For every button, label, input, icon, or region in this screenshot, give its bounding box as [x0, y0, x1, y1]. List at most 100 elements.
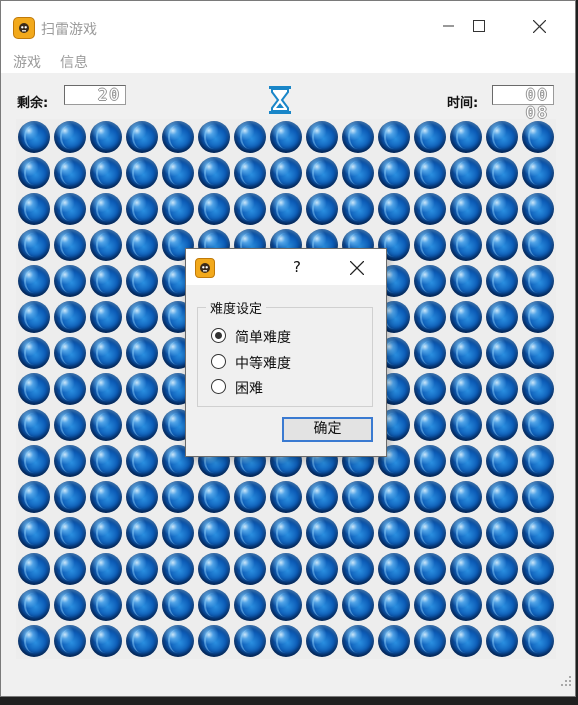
title-bar[interactable]: 扫雷游戏 — [1, 1, 575, 46]
mine-cell[interactable] — [484, 119, 520, 155]
mine-cell[interactable] — [124, 155, 160, 191]
mine-cell[interactable] — [88, 371, 124, 407]
mine-cell[interactable] — [520, 407, 556, 443]
menu-game[interactable]: 游戏 — [13, 52, 41, 72]
mine-cell[interactable] — [448, 587, 484, 623]
mine-cell[interactable] — [52, 335, 88, 371]
mine-cell[interactable] — [124, 299, 160, 335]
mine-cell[interactable] — [268, 623, 304, 659]
mine-cell[interactable] — [520, 299, 556, 335]
mine-cell[interactable] — [412, 371, 448, 407]
mine-cell[interactable] — [196, 479, 232, 515]
mine-cell[interactable] — [520, 479, 556, 515]
mine-cell[interactable] — [520, 335, 556, 371]
mine-cell[interactable] — [448, 191, 484, 227]
mine-cell[interactable] — [484, 587, 520, 623]
mine-cell[interactable] — [88, 551, 124, 587]
mine-cell[interactable] — [376, 587, 412, 623]
mine-cell[interactable] — [196, 587, 232, 623]
mine-cell[interactable] — [448, 479, 484, 515]
mine-cell[interactable] — [412, 227, 448, 263]
mine-cell[interactable] — [520, 227, 556, 263]
mine-cell[interactable] — [412, 407, 448, 443]
mine-cell[interactable] — [520, 443, 556, 479]
mine-cell[interactable] — [304, 191, 340, 227]
mine-cell[interactable] — [484, 551, 520, 587]
mine-cell[interactable] — [412, 335, 448, 371]
mine-cell[interactable] — [304, 623, 340, 659]
mine-cell[interactable] — [124, 623, 160, 659]
mine-cell[interactable] — [88, 335, 124, 371]
mine-cell[interactable] — [376, 515, 412, 551]
mine-cell[interactable] — [304, 479, 340, 515]
mine-cell[interactable] — [160, 515, 196, 551]
mine-cell[interactable] — [196, 623, 232, 659]
mine-cell[interactable] — [196, 155, 232, 191]
mine-cell[interactable] — [484, 443, 520, 479]
mine-cell[interactable] — [520, 119, 556, 155]
mine-cell[interactable] — [484, 155, 520, 191]
mine-cell[interactable] — [448, 155, 484, 191]
mine-cell[interactable] — [448, 407, 484, 443]
mine-cell[interactable] — [88, 155, 124, 191]
mine-cell[interactable] — [124, 479, 160, 515]
mine-cell[interactable] — [340, 623, 376, 659]
ok-button[interactable]: 确定 — [282, 417, 373, 442]
hourglass-icon[interactable] — [267, 85, 293, 119]
mine-cell[interactable] — [448, 299, 484, 335]
mine-cell[interactable] — [484, 407, 520, 443]
mine-cell[interactable] — [16, 551, 52, 587]
mine-cell[interactable] — [520, 551, 556, 587]
mine-cell[interactable] — [16, 191, 52, 227]
mine-cell[interactable] — [268, 479, 304, 515]
mine-cell[interactable] — [16, 587, 52, 623]
mine-cell[interactable] — [520, 371, 556, 407]
mine-cell[interactable] — [124, 119, 160, 155]
mine-cell[interactable] — [304, 587, 340, 623]
mine-cell[interactable] — [52, 515, 88, 551]
mine-cell[interactable] — [448, 335, 484, 371]
mine-cell[interactable] — [124, 515, 160, 551]
mine-cell[interactable] — [268, 119, 304, 155]
dialog-help-button[interactable]: ? — [293, 258, 301, 276]
mine-cell[interactable] — [448, 227, 484, 263]
mine-cell[interactable] — [16, 515, 52, 551]
mine-cell[interactable] — [448, 263, 484, 299]
mine-cell[interactable] — [484, 515, 520, 551]
mine-cell[interactable] — [88, 515, 124, 551]
mine-cell[interactable] — [448, 515, 484, 551]
mine-cell[interactable] — [376, 479, 412, 515]
mine-cell[interactable] — [232, 479, 268, 515]
mine-cell[interactable] — [16, 155, 52, 191]
mine-cell[interactable] — [412, 299, 448, 335]
mine-cell[interactable] — [340, 515, 376, 551]
mine-cell[interactable] — [448, 443, 484, 479]
mine-cell[interactable] — [196, 119, 232, 155]
mine-cell[interactable] — [376, 551, 412, 587]
mine-cell[interactable] — [520, 191, 556, 227]
mine-cell[interactable] — [232, 623, 268, 659]
radio-dot[interactable] — [211, 354, 226, 369]
mine-cell[interactable] — [340, 191, 376, 227]
mine-cell[interactable] — [124, 371, 160, 407]
mine-cell[interactable] — [52, 155, 88, 191]
mine-cell[interactable] — [16, 263, 52, 299]
mine-cell[interactable] — [268, 551, 304, 587]
mine-cell[interactable] — [52, 227, 88, 263]
mine-cell[interactable] — [16, 227, 52, 263]
mine-cell[interactable] — [232, 551, 268, 587]
mine-cell[interactable] — [484, 191, 520, 227]
mine-cell[interactable] — [124, 263, 160, 299]
mine-cell[interactable] — [88, 479, 124, 515]
radio-dot[interactable] — [211, 379, 226, 394]
mine-cell[interactable] — [520, 155, 556, 191]
radio-dot[interactable] — [211, 328, 226, 343]
mine-cell[interactable] — [52, 371, 88, 407]
mine-cell[interactable] — [196, 191, 232, 227]
mine-cell[interactable] — [52, 299, 88, 335]
mine-cell[interactable] — [124, 587, 160, 623]
mine-cell[interactable] — [340, 155, 376, 191]
mine-cell[interactable] — [160, 119, 196, 155]
mine-cell[interactable] — [376, 191, 412, 227]
mine-cell[interactable] — [52, 407, 88, 443]
